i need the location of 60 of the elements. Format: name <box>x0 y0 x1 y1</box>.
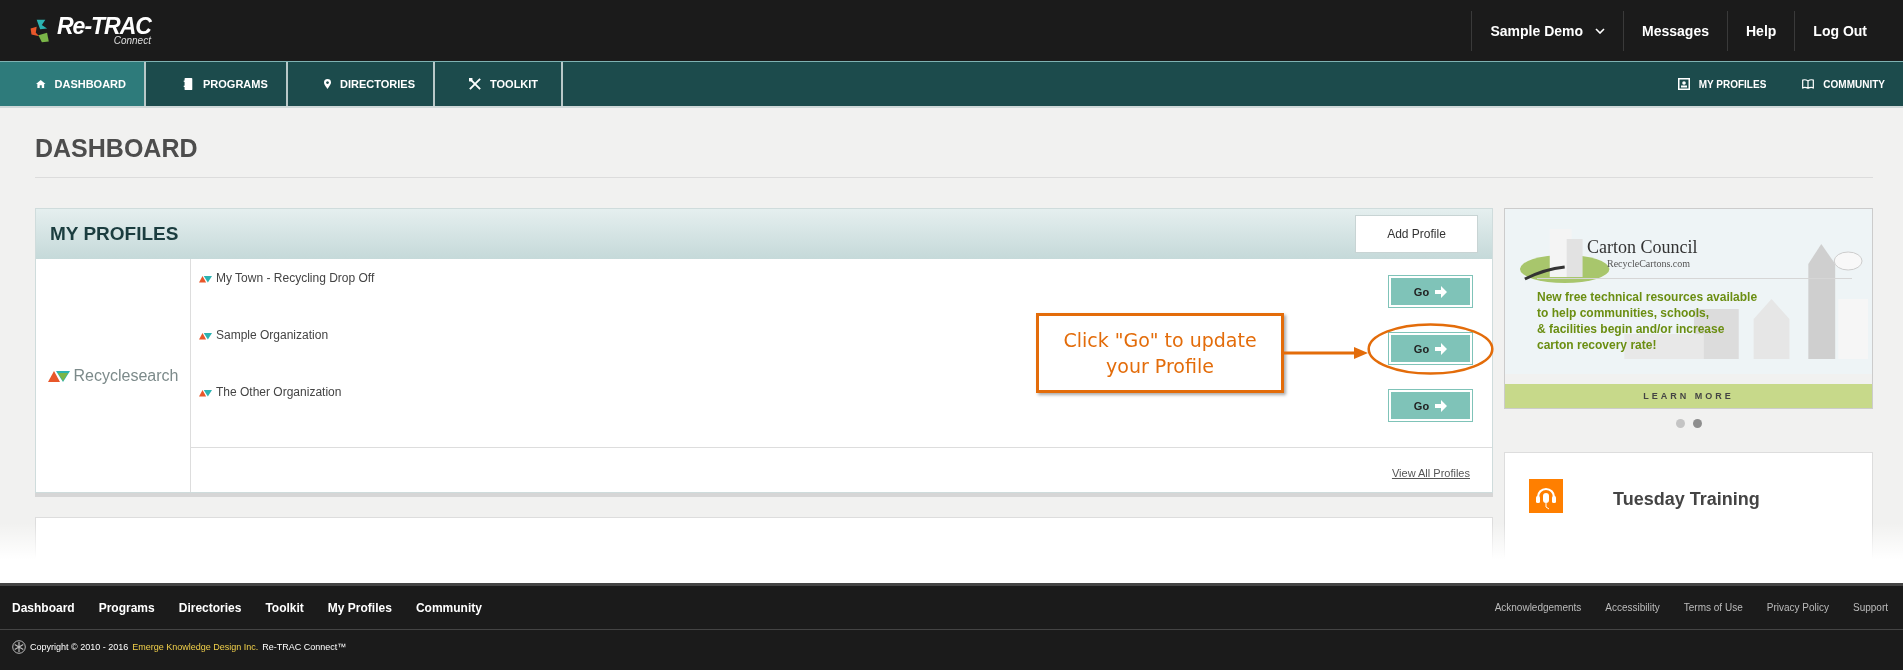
recyclesearch-icon <box>199 332 212 340</box>
footer-link[interactable]: Community <box>415 600 482 615</box>
banner-message: New free technical resources available to help communities, schools, & facilities begin and/or increase carton recovery rate! <box>1537 289 1759 353</box>
nav-link[interactable]: MY PROFILES <box>1659 62 1785 106</box>
banner-title: Carton Council <box>1587 237 1699 258</box>
go-button[interactable]: Go <box>1389 390 1472 421</box>
footer-link[interactable]: Directories <box>178 600 242 615</box>
header-link[interactable]: Messages <box>1623 10 1727 51</box>
legal-link[interactable]: Accessibility <box>1605 602 1660 613</box>
training-title: Tuesday Training <box>1613 489 1760 510</box>
nav-link[interactable]: COMMUNITY <box>1784 62 1903 106</box>
footer-link[interactable]: Programs <box>98 600 155 615</box>
nav-tab[interactable]: DIRECTORIES <box>288 62 435 106</box>
tools-icon <box>469 78 481 90</box>
arrow-right-icon <box>1435 342 1448 355</box>
recyclesearch-logo-icon <box>47 369 70 382</box>
book-icon <box>1802 78 1815 90</box>
arrow-right-icon <box>1435 399 1448 412</box>
banner-website: RecycleCartons.com <box>1607 258 1692 269</box>
go-button[interactable]: Go <box>1389 276 1472 307</box>
copyright-text: Copyright © 2010 - 2016 <box>30 642 129 652</box>
nav-tab[interactable]: TOOLKIT <box>435 62 563 106</box>
map-pin-icon <box>324 78 331 90</box>
asterisk-logo-icon <box>12 640 26 654</box>
profile-name[interactable]: The Other Organization <box>216 385 342 399</box>
legal-link[interactable]: Acknowledgements <box>1494 602 1582 613</box>
carousel-dot[interactable] <box>1692 419 1702 428</box>
profile-card-icon <box>1677 78 1690 90</box>
legal-link[interactable]: Support <box>1852 602 1888 613</box>
go-button[interactable]: Go <box>1389 333 1472 364</box>
profile-name[interactable]: Sample Organization <box>216 328 329 342</box>
footer-link[interactable]: Dashboard <box>12 600 75 615</box>
product-name: Re-TRAC Connect™ <box>262 642 347 652</box>
legal-link[interactable]: Privacy Policy <box>1766 602 1829 613</box>
learn-more-link[interactable]: LEARN MORE <box>1505 384 1872 408</box>
add-profile-button[interactable]: Add Profile <box>1355 215 1478 253</box>
recyclesearch-icon <box>199 389 212 397</box>
logo-subtitle: Connect <box>113 36 151 46</box>
headset-icon <box>1529 479 1563 513</box>
profile-name[interactable]: My Town - Recycling Drop Off <box>216 271 375 285</box>
carousel-dot[interactable] <box>1675 419 1685 428</box>
panel-title: MY PROFILES <box>50 223 179 245</box>
home-icon <box>36 78 46 90</box>
arrow-right-icon <box>1435 285 1448 298</box>
page-title: DASHBOARD <box>35 108 1873 178</box>
header-link[interactable]: Log Out <box>1794 10 1885 51</box>
company-link[interactable]: Emerge Knowledge Design Inc. <box>132 642 259 652</box>
user-menu[interactable]: Sample Demo <box>1471 10 1624 51</box>
notebook-icon <box>182 78 194 90</box>
header-link[interactable]: Help <box>1727 10 1795 51</box>
legal-link[interactable]: Terms of Use <box>1683 602 1743 613</box>
nav-tab[interactable]: PROGRAMS <box>146 62 288 106</box>
callout-box: Click "Go" to update your Profile <box>1036 313 1284 393</box>
chevron-down-icon <box>1595 27 1606 34</box>
footer-link[interactable]: Toolkit <box>265 600 304 615</box>
recyclesearch-icon <box>199 275 212 283</box>
nav-tab[interactable]: DASHBOARD <box>0 62 146 106</box>
view-all-link[interactable]: View All Profiles <box>1391 467 1470 479</box>
source-name: Recyclesearch <box>73 366 179 385</box>
footer-link[interactable]: My Profiles <box>327 600 392 615</box>
